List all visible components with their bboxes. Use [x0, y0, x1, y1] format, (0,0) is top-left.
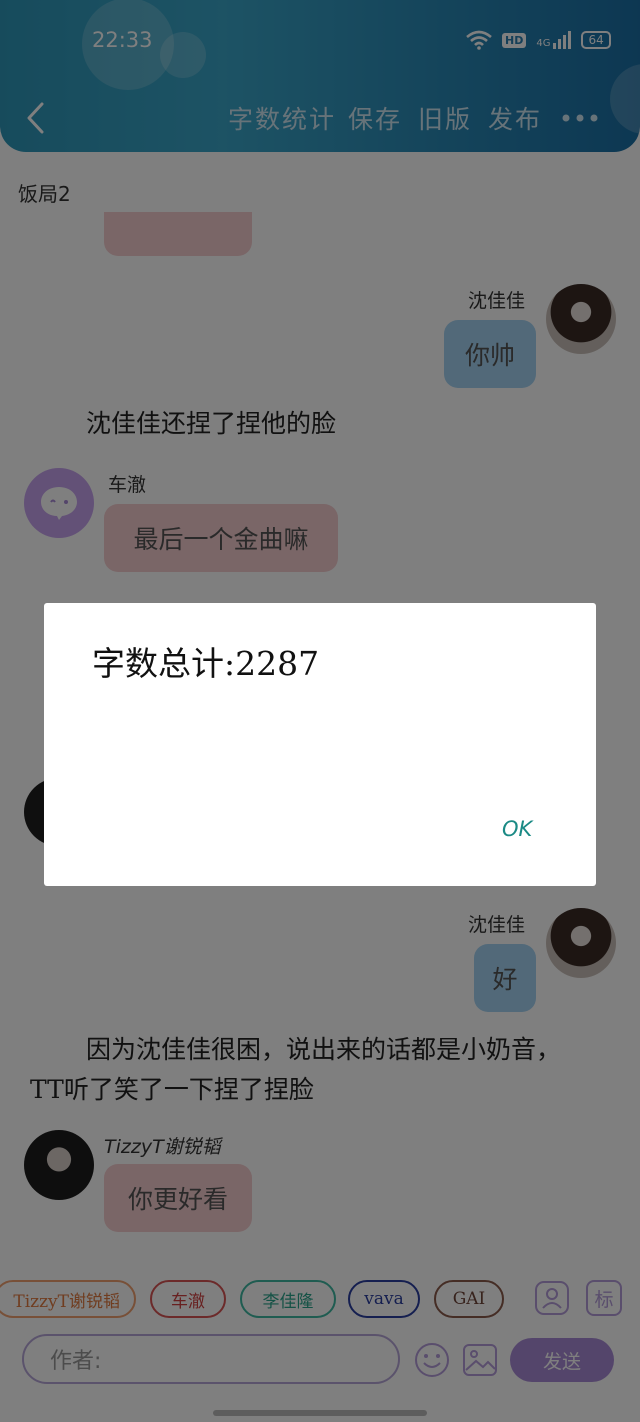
word-count-dialog: 字数总计:2287 OK	[44, 603, 596, 886]
dialog-message: 字数总计:2287	[92, 644, 320, 683]
ok-button[interactable]: OK	[502, 817, 532, 841]
